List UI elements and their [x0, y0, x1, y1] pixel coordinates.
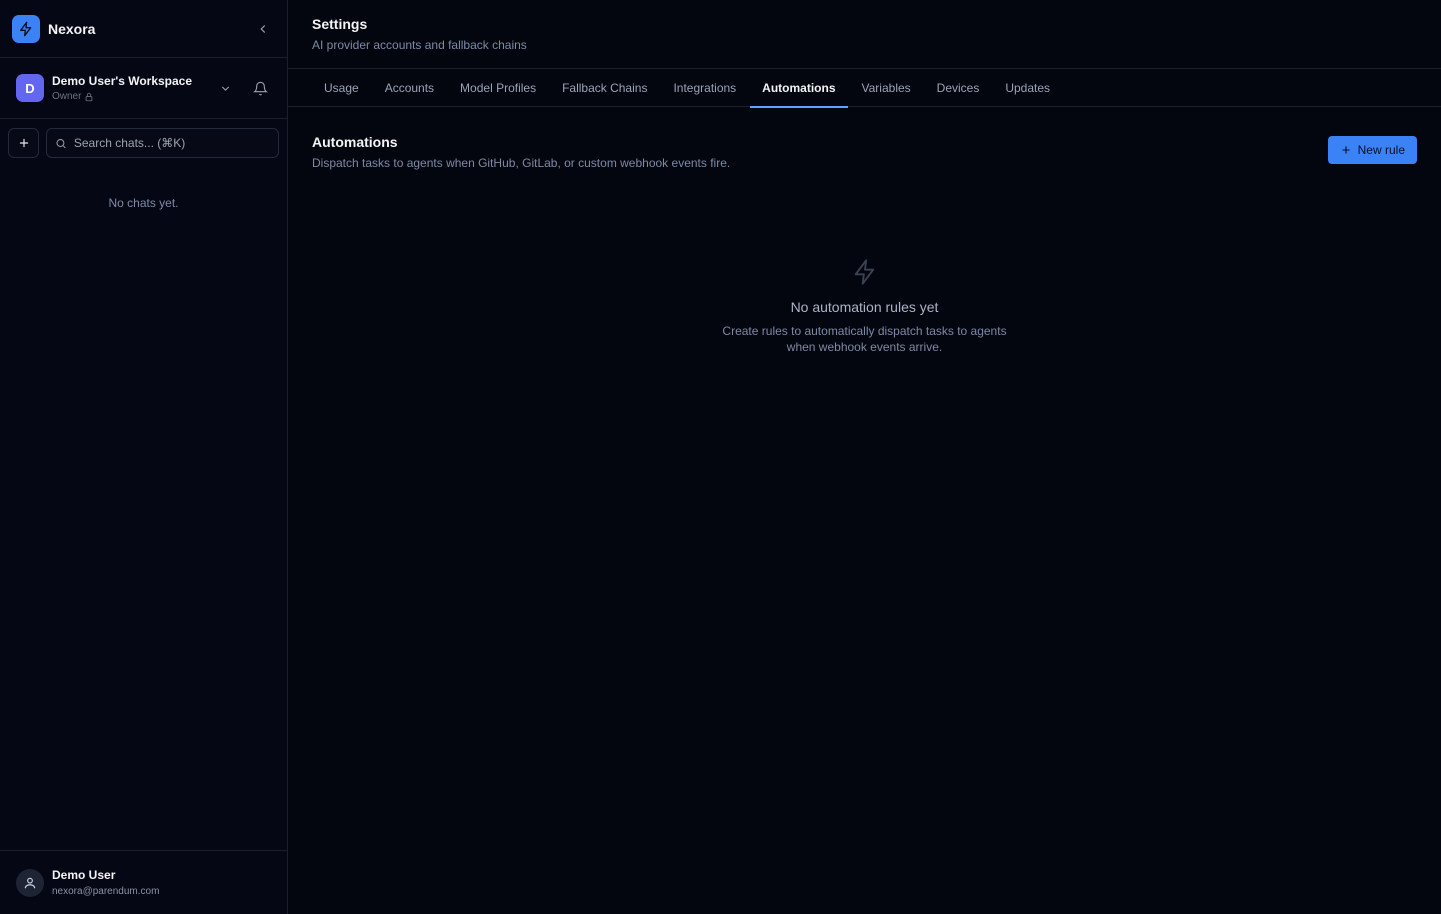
brand-name: Nexora [48, 20, 96, 37]
settings-header: Settings AI provider accounts and fallba… [288, 0, 1441, 69]
bolt-icon [854, 259, 874, 285]
user-icon [24, 877, 36, 888]
sidebar: Nexora D Demo User's Workspace Owner Sea… [0, 0, 288, 914]
section-description: Dispatch tasks to agents when GitHub, Gi… [312, 156, 731, 170]
workspace-avatar: D [16, 74, 44, 102]
bolt-icon [20, 21, 32, 36]
tab-integrations[interactable]: Integrations [661, 69, 748, 107]
plus-icon [19, 138, 28, 148]
page-title: Settings [312, 16, 368, 32]
tab-model-profiles[interactable]: Model Profiles [448, 69, 548, 107]
empty-state-icon-wrap [288, 258, 1441, 286]
tab-fallback-chains[interactable]: Fallback Chains [550, 69, 659, 107]
settings-tabs: Usage Accounts Model Profiles Fallback C… [288, 69, 1441, 108]
chevron-left-icon [260, 24, 266, 33]
notifications-button[interactable] [249, 77, 271, 99]
chevron-down-icon [221, 85, 229, 91]
workspace-name: Demo User's Workspace [52, 74, 193, 88]
new-rule-label: New rule [1357, 143, 1405, 157]
empty-state: No automation rules yet Create rules to … [288, 258, 1441, 355]
tab-automations[interactable]: Automations [750, 69, 848, 108]
automations-section-header: Automations Dispatch tasks to agents whe… [288, 107, 1441, 170]
brand-logo[interactable] [12, 14, 40, 43]
tab-updates[interactable]: Updates [993, 69, 1062, 107]
workspace-role-row: Owner [52, 91, 192, 102]
chat-search-row [0, 119, 287, 167]
brand-header: Nexora [0, 0, 287, 58]
tab-usage[interactable]: Usage [312, 69, 371, 107]
tab-accounts[interactable]: Accounts [373, 69, 446, 107]
search-input[interactable] [73, 136, 270, 150]
search-icon [56, 138, 66, 148]
lock-icon [86, 92, 93, 101]
new-chat-button[interactable] [8, 128, 39, 158]
tab-variables[interactable]: Variables [850, 69, 923, 107]
empty-state-title: No automation rules yet [790, 299, 939, 315]
user-avatar [16, 868, 44, 897]
new-rule-button[interactable]: New rule [1327, 136, 1417, 164]
bell-icon [252, 81, 268, 95]
no-chats-message: No chats yet. [108, 196, 179, 210]
empty-state-description: Create rules to automatically dispatch t… [722, 324, 1007, 354]
automations-heading: Automations Dispatch tasks to agents whe… [312, 134, 730, 170]
user-name: Demo User [52, 868, 116, 882]
workspace-info: Demo User's Workspace Owner [52, 74, 192, 102]
workspace-switcher[interactable]: D Demo User's Workspace Owner [0, 58, 287, 119]
workspace-dropdown-button[interactable] [215, 78, 235, 98]
chat-search-box[interactable] [46, 128, 279, 158]
workspace-role: Owner [52, 91, 82, 102]
plus-icon [1342, 146, 1350, 154]
main-content: Settings AI provider accounts and fallba… [288, 0, 1441, 914]
page-subtitle: AI provider accounts and fallback chains [312, 38, 527, 52]
user-email: nexora@parendum.com [52, 886, 160, 897]
collapse-sidebar-button[interactable] [251, 17, 275, 41]
user-info: Demo User nexora@parendum.com [52, 868, 159, 897]
section-title: Automations [312, 134, 398, 150]
user-profile[interactable]: Demo User nexora@parendum.com [0, 850, 287, 914]
tab-devices[interactable]: Devices [925, 69, 992, 107]
